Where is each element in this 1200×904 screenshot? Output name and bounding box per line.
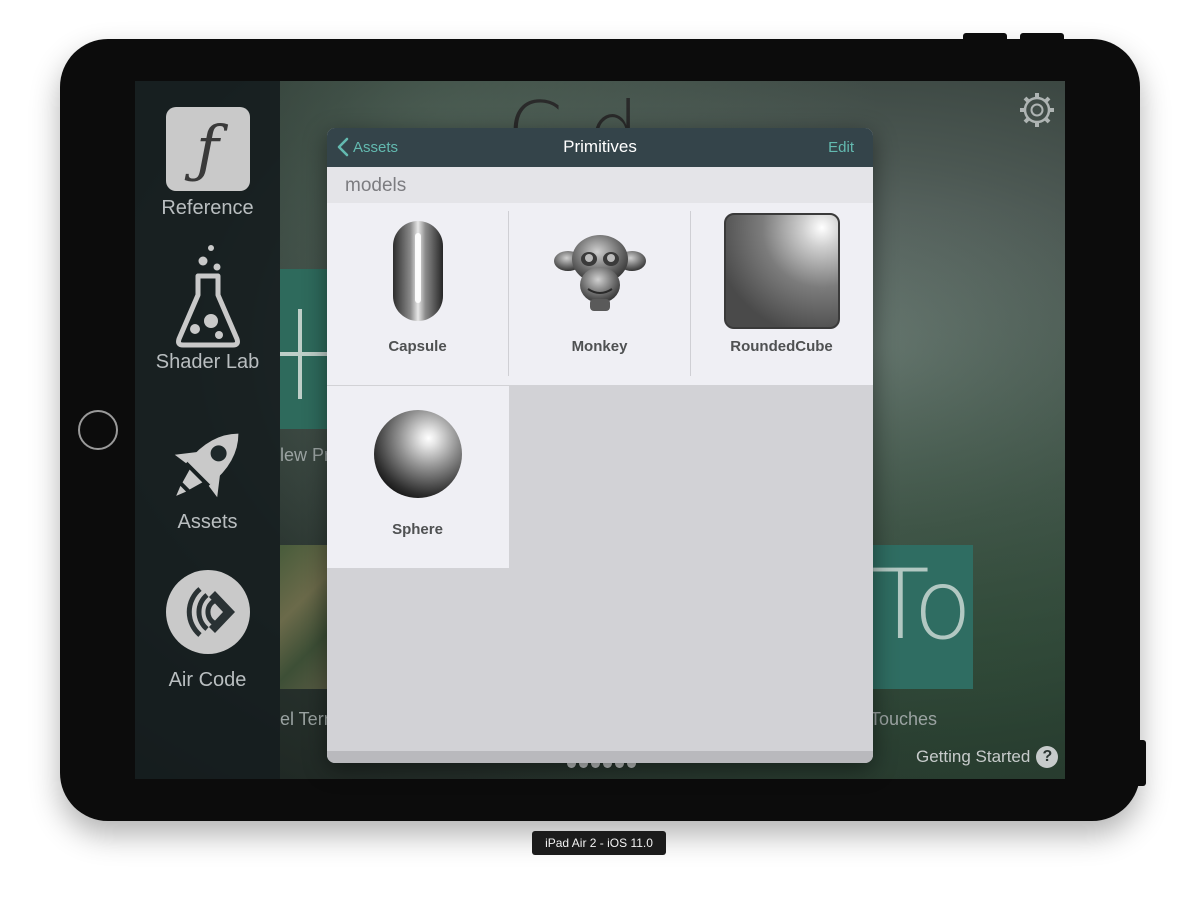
asset-row: Capsule Monkey RoundedCube <box>327 203 873 385</box>
sidebar-item-reference[interactable]: ƒ Reference <box>135 107 280 220</box>
voxel-terrain-label: el Terr <box>280 709 330 729</box>
air-code-icon <box>165 570 250 654</box>
touches-label: Touches <box>870 709 938 729</box>
gear-icon[interactable] <box>1018 91 1056 129</box>
asset-label: RoundedCube <box>730 338 833 355</box>
popover-title: Primitives <box>563 137 637 156</box>
touches-tile[interactable]: To <box>873 545 973 689</box>
device-label: iPad Air 2 - iOS 11.0 <box>532 831 666 855</box>
asset-label: Monkey <box>571 338 628 355</box>
capsule-icon <box>393 221 443 321</box>
rounded-cube-icon <box>724 213 840 329</box>
primitives-popover: Assets Primitives Edit models Capsule Mo… <box>327 128 873 763</box>
asset-item-rounded-cube[interactable]: RoundedCube <box>691 203 872 384</box>
popover-bottom-bar <box>327 751 873 763</box>
sidebar-item-label: Assets <box>177 511 238 533</box>
sidebar-item-air-code[interactable]: Air Code <box>135 569 280 692</box>
voxel-terrain-tile[interactable] <box>280 545 330 689</box>
help-icon: ? <box>1036 746 1059 768</box>
asset-item-capsule[interactable]: Capsule <box>327 203 508 384</box>
sidebar-item-label: Reference <box>161 197 254 219</box>
asset-label: Capsule <box>388 338 447 355</box>
monkey-icon <box>554 235 646 311</box>
asset-item-sphere[interactable]: Sphere <box>327 386 508 567</box>
touches-tile-text: To <box>873 549 973 661</box>
getting-started-link[interactable]: Getting Started ? <box>916 746 1059 768</box>
sidebar-item-assets[interactable]: Assets <box>135 419 280 534</box>
volume-button <box>963 33 1007 41</box>
sidebar: ƒ Reference Shader Lab Assets Air Code <box>135 81 280 779</box>
section-header: models <box>327 167 873 203</box>
home-button[interactable] <box>78 410 118 450</box>
new-project-label: lew Pr <box>280 445 331 465</box>
asset-item-monkey[interactable]: Monkey <box>509 203 690 384</box>
getting-started-label: Getting Started <box>916 747 1031 766</box>
asset-label: Sphere <box>392 521 443 538</box>
sidebar-item-label: Shader Lab <box>155 351 260 373</box>
sidebar-item-shader-lab[interactable]: Shader Lab <box>135 243 280 374</box>
asset-row: Sphere <box>327 386 509 568</box>
edit-button[interactable]: Edit <box>828 139 854 156</box>
sphere-icon <box>374 410 462 498</box>
sidebar-item-label: Air Code <box>168 669 247 691</box>
side-button <box>1138 740 1146 786</box>
rocket-icon <box>174 433 238 498</box>
section-title: models <box>345 175 407 196</box>
function-icon: ƒ <box>165 107 250 191</box>
power-button <box>1020 33 1064 41</box>
flask-icon <box>175 245 240 348</box>
popover-header: Assets Primitives Edit <box>327 128 873 167</box>
